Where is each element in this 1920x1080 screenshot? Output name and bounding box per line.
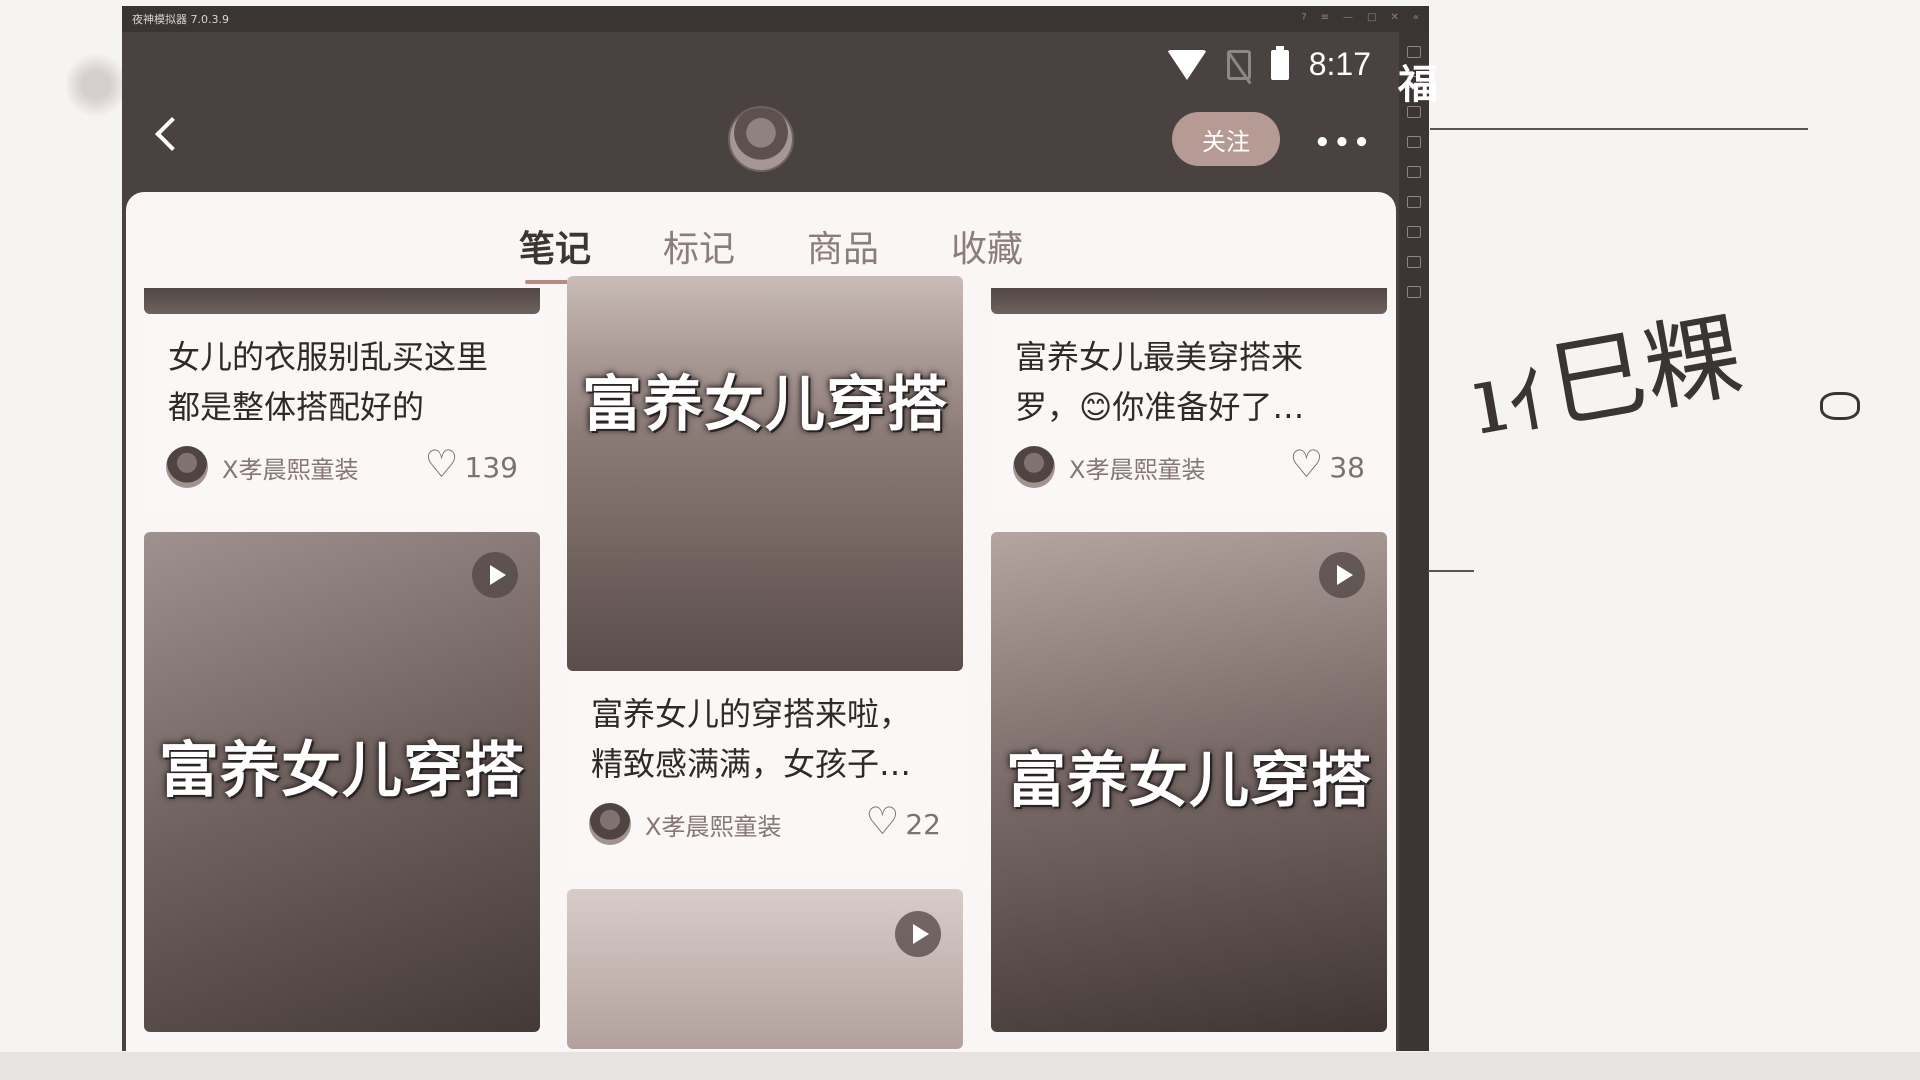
feed-column-3: 富养女儿最美穿搭来罗，😊你准备好了… X孝晨熙童装 38 富养女儿穿搭 (991, 288, 1387, 1050)
image-overlay-text: 富养女儿穿搭 (582, 370, 948, 440)
image-overlay-text: 富养女儿穿搭 (159, 736, 525, 806)
author-name[interactable]: X孝晨熙童装 (1069, 450, 1289, 485)
tab-notes[interactable]: 笔记 (519, 192, 591, 284)
note-image (991, 288, 1387, 314)
handwriting-scribble: ıｨ巳粿 (1463, 299, 1750, 457)
like-count: 38 (1329, 450, 1365, 484)
note-title: 女儿的衣服别乱买这里都是整体搭配好的 (168, 338, 489, 426)
install-apk-icon[interactable] (1407, 166, 1421, 178)
tab-products[interactable]: 商品 (807, 192, 879, 276)
emulator-window: 夜神模拟器 7.0.3.9 ? ≡ — □ ✕ « 8:17 关注 ••• 笔记… (122, 6, 1429, 1051)
note-card[interactable]: 富养女儿穿搭 (144, 532, 540, 1032)
note-image: 富养女儿穿搭 (567, 276, 963, 671)
note-card[interactable]: 女儿的衣服别乱买这里都是整体搭配好的 X孝晨熙童装 139 (144, 288, 540, 514)
screen-icon[interactable] (1407, 136, 1421, 148)
note-meta: X孝晨熙童装 139 (144, 440, 540, 514)
profile-header: 关注 ••• (122, 92, 1399, 182)
whiteboard-dash (1428, 570, 1474, 572)
battery-icon (1270, 45, 1289, 80)
side-character: 福 (1398, 62, 1438, 108)
taskbar (0, 1052, 1920, 1080)
note-card[interactable]: 富养女儿最美穿搭来罗，😊你准备好了… X孝晨熙童装 38 (991, 288, 1387, 514)
author-avatar[interactable] (1013, 446, 1055, 488)
more-icon[interactable] (1407, 256, 1421, 268)
author-name[interactable]: X孝晨熙童装 (222, 450, 425, 485)
note-meta: X孝晨熙童装 38 (991, 440, 1387, 514)
like-count: 22 (905, 807, 941, 841)
heart-icon[interactable] (425, 445, 459, 483)
cut-icon[interactable] (1407, 226, 1421, 238)
note-card[interactable] (567, 889, 963, 1049)
collapse-icon[interactable]: « (1413, 12, 1419, 23)
play-icon (1319, 552, 1365, 598)
author-avatar[interactable] (166, 446, 208, 488)
play-icon (472, 552, 518, 598)
more-options-icon[interactable]: ••• (1314, 128, 1373, 158)
window-controls: ? ≡ — □ ✕ « (1301, 12, 1419, 23)
minimize-icon[interactable]: — (1343, 12, 1353, 23)
content-sheet: 笔记 标记 商品 收藏 女儿的衣服别乱买这里都是整体搭配好的 X孝晨熙童装 13… (126, 192, 1396, 1051)
note-card[interactable]: 富养女儿穿搭 (991, 532, 1387, 1032)
feed-column-2: 富养女儿穿搭 富养女儿的穿搭来啦，精致感满满，女孩子… X孝晨熙童装 22 (567, 276, 963, 1051)
heart-icon[interactable] (865, 802, 899, 840)
note-card[interactable]: 富养女儿穿搭 富养女儿的穿搭来啦，精致感满满，女孩子… X孝晨熙童装 22 (567, 276, 963, 871)
note-image: 富养女儿穿搭 (991, 532, 1387, 1032)
image-overlay-text: 富养女儿穿搭 (1006, 746, 1372, 816)
phone-screen: 8:17 关注 ••• 笔记 标记 商品 收藏 女儿的衣服别乱买这里都是整体搭配… (122, 32, 1399, 1051)
maximize-icon[interactable]: □ (1367, 12, 1376, 23)
play-icon (895, 911, 941, 957)
menu-icon[interactable]: ≡ (1321, 12, 1329, 23)
heart-icon[interactable] (1289, 445, 1323, 483)
emulator-titlebar: 夜神模拟器 7.0.3.9 ? ≡ — □ ✕ « (122, 6, 1429, 32)
author-name[interactable]: X孝晨熙童装 (645, 807, 865, 842)
note-image: 富养女儿穿搭 (144, 532, 540, 1032)
tab-favorites[interactable]: 收藏 (951, 192, 1023, 276)
follow-button[interactable]: 关注 (1172, 112, 1280, 166)
screenshot-icon[interactable] (1407, 196, 1421, 208)
emulator-title: 夜神模拟器 7.0.3.9 (132, 13, 229, 26)
note-meta: X孝晨熙童装 22 (567, 797, 963, 871)
background-blob (66, 50, 126, 120)
status-bar: 8:17 (1166, 45, 1371, 83)
no-sim-icon (1226, 49, 1251, 80)
whiteboard-line (1430, 128, 1808, 130)
status-time: 8:17 (1308, 46, 1371, 82)
emulator-toolbar (1399, 32, 1429, 1051)
handwriting-mark (1820, 392, 1860, 420)
wifi-icon (1166, 49, 1207, 80)
like-count: 139 (464, 450, 518, 484)
back-icon[interactable] (155, 117, 189, 151)
note-image (144, 288, 540, 314)
feed-column-1: 女儿的衣服别乱买这里都是整体搭配好的 X孝晨熙童装 139 富养女儿穿搭 (144, 288, 540, 1050)
author-avatar[interactable] (589, 803, 631, 845)
close-icon[interactable]: ✕ (1390, 12, 1398, 23)
note-title: 富养女儿的穿搭来啦，精致感满满，女孩子… (591, 695, 912, 783)
tab-marks[interactable]: 标记 (663, 192, 735, 276)
note-image (567, 889, 963, 1049)
note-title: 富养女儿最美穿搭来罗，😊你准备好了… (1015, 338, 1305, 426)
profile-avatar[interactable] (728, 106, 794, 172)
external-icon[interactable] (1407, 286, 1421, 298)
tab-bar: 笔记 标记 商品 收藏 (126, 192, 1396, 284)
help-icon[interactable]: ? (1301, 12, 1306, 23)
